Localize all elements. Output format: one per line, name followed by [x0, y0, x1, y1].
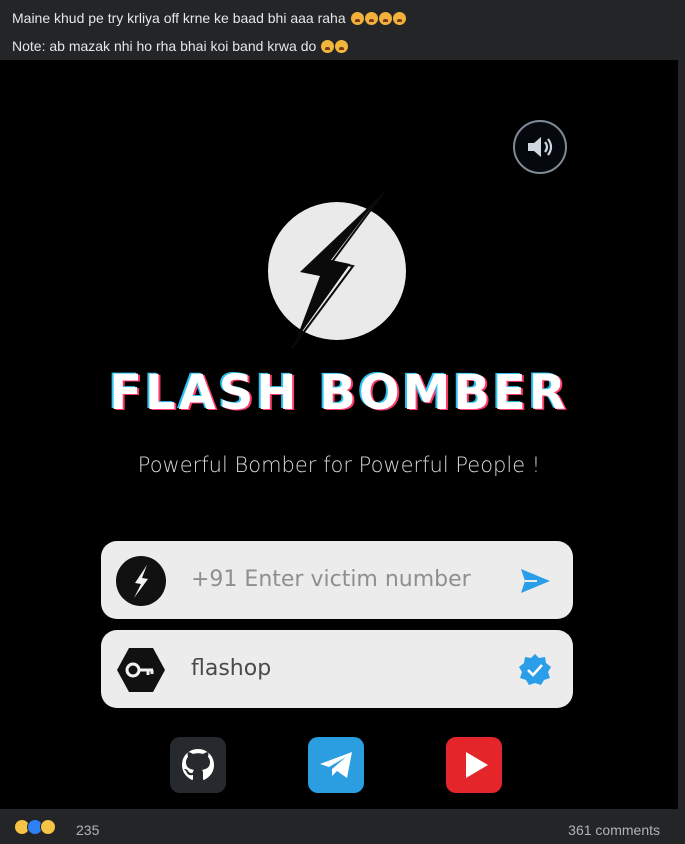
caption-text-1: Maine khud pe try krliya off krne ke baa… — [12, 10, 346, 26]
verified-badge-icon — [517, 652, 553, 688]
phone-input-placeholder[interactable]: +91 Enter victim number — [191, 541, 471, 619]
key-input-field[interactable]: flashop — [101, 630, 573, 708]
lightning-bolt-icon — [291, 191, 385, 349]
sad-reaction-icon — [40, 819, 56, 835]
app-tagline: Powerful Bomber for Powerful People ! — [137, 453, 541, 477]
github-icon[interactable] — [170, 737, 226, 793]
youtube-icon[interactable] — [446, 737, 502, 793]
caption-line-2: Note: ab mazak nhi ho rha bhai koi band … — [12, 32, 673, 60]
caption-line-1: Maine khud pe try krliya off krne ke baa… — [12, 4, 673, 32]
lightning-badge-icon — [115, 555, 167, 607]
crying-emoji-icon — [392, 12, 406, 25]
post-caption: Maine khud pe try krliya off krne ke baa… — [0, 0, 685, 60]
tired-emoji-icon — [335, 40, 349, 53]
crying-emoji-icon — [364, 12, 378, 25]
caption-text-2: Note: ab mazak nhi ho rha bhai koi band … — [12, 38, 317, 54]
telegram-icon[interactable] — [308, 737, 364, 793]
post-image[interactable]: FLASH BOMBER Powerful Bomber for Powerfu… — [0, 60, 678, 809]
crying-emoji-icon — [378, 12, 392, 25]
key-icon — [115, 644, 167, 696]
speaker-icon[interactable] — [513, 120, 567, 174]
send-icon[interactable] — [517, 563, 553, 599]
reaction-count[interactable]: 235 — [76, 822, 99, 838]
reactions-summary[interactable] — [14, 819, 56, 835]
crying-emoji-icon — [350, 12, 364, 25]
phone-input-field[interactable]: +91 Enter victim number — [101, 541, 573, 619]
key-input-value[interactable]: flashop — [191, 630, 271, 708]
tired-emoji-icon — [321, 40, 335, 53]
app-logo — [268, 191, 406, 349]
comments-link[interactable]: 361 comments — [568, 822, 660, 838]
app-title: FLASH BOMBER — [109, 365, 569, 421]
post-footer: 235 361 comments — [0, 809, 685, 844]
